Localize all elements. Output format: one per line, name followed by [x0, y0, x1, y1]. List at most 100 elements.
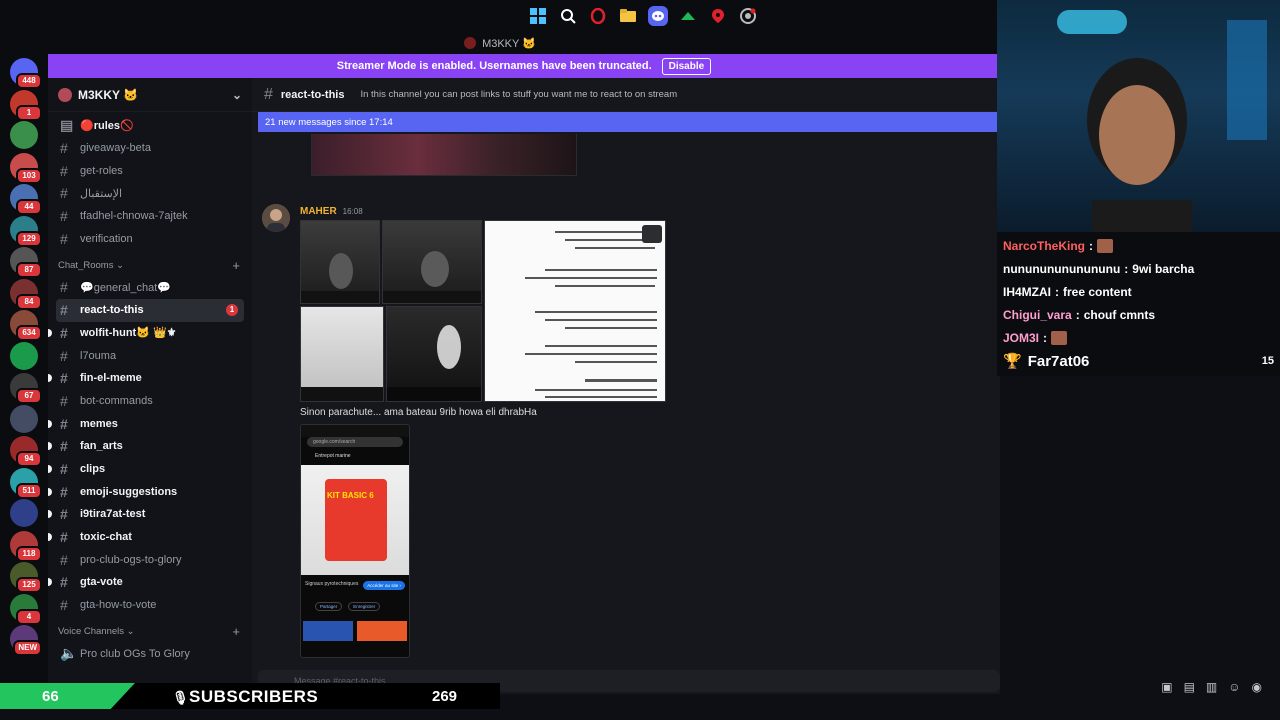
channel-item[interactable]: # giveaway-beta [48, 137, 252, 160]
phone-screenshot-attachment[interactable]: google.com/search Entrepot marine KIT BA… [300, 424, 410, 658]
server-icon[interactable]: 4 [10, 593, 42, 625]
attachment-image[interactable] [382, 220, 482, 304]
unread-indicator [48, 510, 52, 519]
discord-icon[interactable] [648, 6, 668, 26]
unread-badge: 4 [16, 608, 42, 625]
gif-icon[interactable]: ▤ [1184, 680, 1195, 694]
channel-item[interactable]: # الإستقبال [48, 182, 252, 205]
channel-item[interactable]: # i9tira7at-test [48, 503, 252, 526]
hash-icon: # [60, 230, 68, 247]
add-channel-icon[interactable]: + [232, 624, 240, 639]
hash-icon: # [60, 438, 68, 455]
message-author[interactable]: MAHER 16:08 [300, 206, 363, 217]
channel-item[interactable]: ▤ 🔴rules🚫 [48, 114, 252, 137]
search-icon[interactable] [558, 6, 578, 26]
server-icon[interactable]: 67 [10, 373, 42, 404]
windows-icon[interactable] [528, 6, 548, 26]
channel-item[interactable]: # clips [48, 458, 252, 481]
channel-item[interactable]: # emoji-suggestions [48, 480, 252, 503]
unread-indicator [48, 374, 52, 383]
top-chatter-name: Far7at06 [1027, 352, 1090, 370]
channel-item[interactable]: # 💬general_chat💬 [48, 276, 252, 299]
channel-label: fan_arts [80, 440, 123, 453]
chat-message: free content [1063, 284, 1132, 299]
unread-indicator [48, 328, 52, 337]
voice-channel[interactable]: 🔈 Pro club OGs To Glory [48, 642, 252, 665]
category-chat-rooms[interactable]: Chat_Rooms ⌄ + [48, 254, 252, 276]
channel-item[interactable]: # get-roles [48, 159, 252, 182]
author-name[interactable]: MAHER [300, 206, 337, 217]
opera-icon[interactable] [588, 6, 608, 26]
folder-icon[interactable] [618, 6, 638, 26]
channel-item[interactable]: # memes [48, 412, 252, 435]
unread-badge: 87 [16, 262, 42, 278]
attachment-image[interactable] [300, 220, 380, 304]
server-icon[interactable]: 84 [10, 278, 42, 310]
server-icon[interactable]: NEW [10, 625, 42, 656]
visit-site-button[interactable]: Accéder au site › [363, 581, 405, 590]
chrome-icon[interactable] [738, 6, 758, 26]
channel-label: tfadhel-chnowa-7ajtek [80, 210, 188, 223]
server-icon[interactable] [10, 499, 38, 527]
previous-image-attachment[interactable] [311, 134, 577, 176]
product-image: KIT BASIC 6 [301, 465, 409, 575]
app-icon[interactable] [678, 6, 698, 26]
channel-item[interactable]: # gta-vote [48, 571, 252, 594]
channel-item[interactable]: # toxic-chat [48, 526, 252, 549]
hash-icon: # [60, 208, 68, 225]
server-icon[interactable] [10, 404, 38, 433]
channel-item[interactable]: # tfadhel-chnowa-7ajtek [48, 205, 252, 228]
server-icon[interactable]: 634 [10, 310, 42, 341]
unread-indicator [48, 419, 52, 428]
server-icon[interactable]: 125 [10, 562, 42, 593]
channel-item[interactable]: # verification [48, 227, 252, 250]
server-icon[interactable]: 87 [10, 247, 42, 278]
server-icon[interactable]: 1 [10, 89, 42, 121]
hash-icon: # [60, 162, 68, 179]
category-label: Voice Channels [58, 625, 125, 637]
channel-item[interactable]: # bot-commands [48, 390, 252, 413]
server-icon[interactable]: 129 [10, 215, 42, 247]
unread-badge: 129 [16, 230, 42, 247]
channel-label: pro-club-ogs-to-glory [80, 553, 182, 566]
disable-streamer-mode-button[interactable]: Disable [661, 57, 712, 75]
channel-item[interactable]: # wolfit-hunt🐱 👑⚜ [48, 322, 252, 345]
add-channel-icon[interactable]: + [232, 258, 240, 273]
attachment-image[interactable] [300, 306, 384, 402]
gift-icon[interactable]: ▣ [1161, 680, 1172, 694]
share-button[interactable]: Partager [315, 602, 343, 611]
channel-item[interactable]: # l7ouma [48, 344, 252, 367]
server-icon[interactable] [10, 121, 38, 149]
server-icon[interactable] [10, 341, 38, 370]
category-voice-channels[interactable]: Voice Channels ⌄ + [48, 620, 252, 642]
attachment-document-image[interactable] [484, 220, 666, 402]
emoji-icon[interactable]: ☺ [1228, 680, 1240, 694]
save-button[interactable]: Enregistrer [348, 602, 381, 611]
server-header[interactable]: M3KKY 🐱 ⌄ [48, 78, 252, 112]
server-icon[interactable]: 118 [10, 530, 42, 562]
channel-label: verification [80, 232, 133, 245]
new-messages-bar[interactable]: 21 new messages since 17:14 [258, 112, 1000, 132]
apps-icon[interactable]: ◉ [1252, 680, 1262, 694]
server-icon[interactable]: 44 [10, 184, 42, 215]
channel-item[interactable]: # fan_arts [48, 435, 252, 458]
server-name: M3KKY 🐱 [78, 87, 139, 102]
channel-item[interactable]: # gta-how-to-vote [48, 594, 252, 617]
chevron-down-icon: ⌄ [231, 87, 242, 102]
server-icon[interactable]: 94 [10, 436, 42, 467]
channel-item[interactable]: # react-to-this 1 [56, 298, 244, 322]
channel-label: wolfit-hunt🐱 👑⚜ [80, 327, 177, 340]
server-icon[interactable]: 448 [10, 58, 42, 89]
channel-item[interactable]: # pro-club-ogs-to-glory [48, 548, 252, 571]
streamer-mode-banner: Streamer Mode is enabled. Usernames have… [48, 54, 1000, 78]
avatar[interactable] [262, 204, 290, 232]
sticker-icon[interactable]: ▥ [1206, 680, 1217, 694]
server-icon[interactable]: 103 [10, 152, 42, 184]
attachment-image[interactable] [386, 306, 482, 402]
channel-item[interactable]: # fin-el-meme [48, 367, 252, 390]
server-icon[interactable]: 511 [10, 467, 42, 499]
map-pin-icon[interactable] [708, 6, 728, 26]
hash-icon: # [264, 85, 273, 103]
unread-badge: 125 [16, 577, 42, 593]
message-area: # react-to-this In this channel you can … [252, 78, 1000, 694]
